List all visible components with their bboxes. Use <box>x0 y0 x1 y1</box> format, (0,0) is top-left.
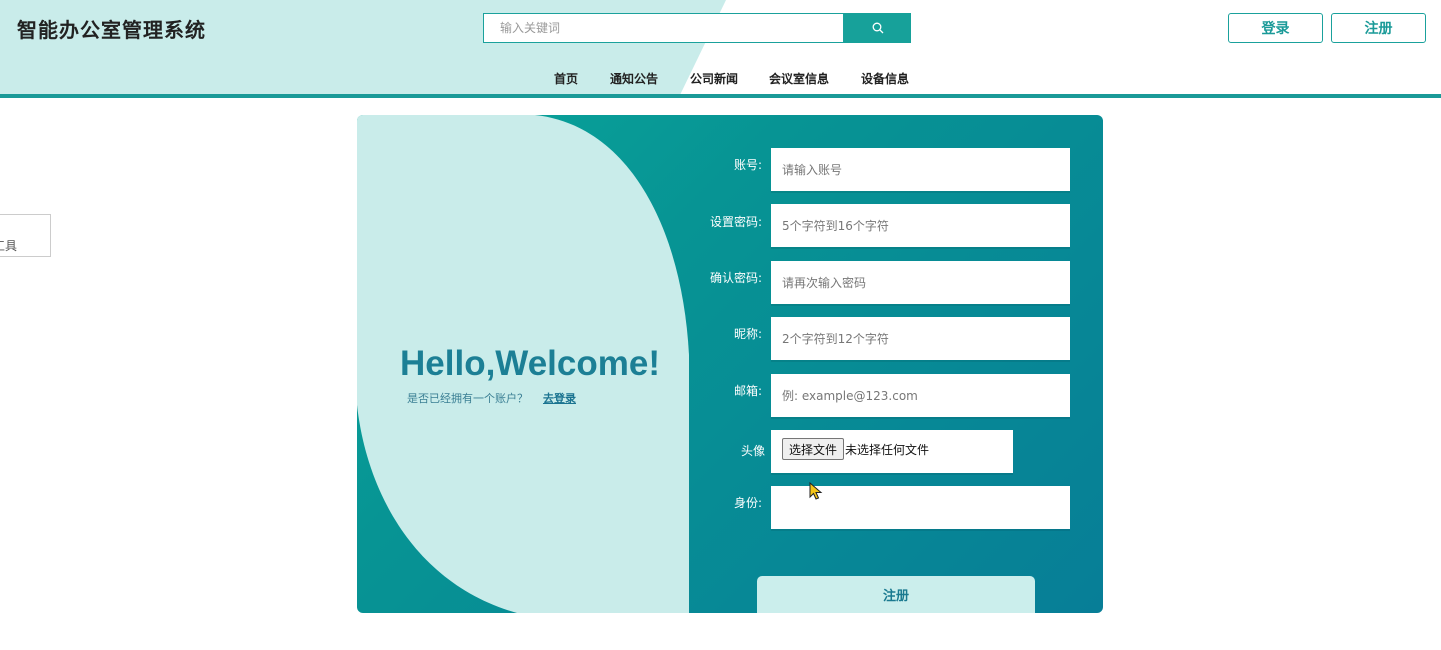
search-icon <box>872 22 883 34</box>
has-account-text: 是否已经拥有一个账户？ <box>407 392 528 405</box>
login-button[interactable]: 登录 <box>1228 13 1323 43</box>
password-label: 设置密码: <box>709 215 762 229</box>
nav-item-company-news[interactable]: 公司新闻 <box>690 70 738 87</box>
account-label: 账号: <box>733 158 762 172</box>
email-input[interactable] <box>771 374 1070 417</box>
nickname-input[interactable] <box>771 317 1070 360</box>
avatar-label: 头像 <box>740 444 765 458</box>
floating-tool-panel[interactable]: 工具 <box>0 214 51 257</box>
nav-item-notices[interactable]: 通知公告 <box>610 70 658 87</box>
nav-item-home[interactable]: 首页 <box>554 70 578 87</box>
search-button[interactable] <box>844 13 911 43</box>
nav-item-meeting-rooms[interactable]: 会议室信息 <box>769 70 829 87</box>
confirm-password-input[interactable] <box>771 261 1070 304</box>
header-divider <box>0 94 1441 98</box>
register-button[interactable]: 注册 <box>1331 13 1426 43</box>
confirm-password-label: 确认密码: <box>709 271 762 285</box>
floating-tool-label: 工具 <box>0 239 18 253</box>
site-title: 智能办公室管理系统 <box>17 18 206 42</box>
choose-file-button[interactable]: 选择文件 <box>782 438 845 460</box>
go-login-link[interactable]: 去登录 <box>543 390 576 406</box>
header: 智能办公室管理系统 登录 注册 首页 通知公告 公司新闻 会议室信息 设备信息 <box>0 0 1441 98</box>
account-input[interactable] <box>771 148 1070 191</box>
nav-item-equipment[interactable]: 设备信息 <box>861 70 909 87</box>
main-nav: 首页 通知公告 公司新闻 会议室信息 设备信息 <box>0 70 1441 88</box>
welcome-title: Hello,Welcome! <box>400 344 660 383</box>
identity-label: 身份: <box>733 496 762 510</box>
mouse-pointer-icon <box>809 482 823 500</box>
email-label: 邮箱: <box>733 384 762 398</box>
avatar-file-input: 选择文件 未选择任何文件 <box>771 430 1013 473</box>
file-status-text: 未选择任何文件 <box>845 443 930 457</box>
submit-register-button[interactable]: 注册 <box>757 576 1035 613</box>
nickname-label: 昵称: <box>733 327 762 341</box>
search-input[interactable] <box>483 13 844 43</box>
password-input[interactable] <box>771 204 1070 247</box>
search-box <box>483 13 911 43</box>
